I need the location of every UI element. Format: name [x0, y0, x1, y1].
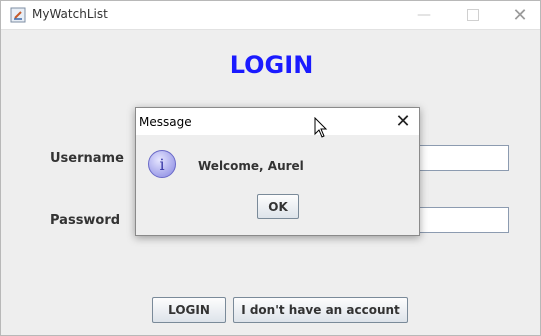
title-bar[interactable]: MyWatchList — ✕ — [1, 1, 540, 30]
svg-text:i: i — [159, 155, 164, 174]
minimize-button[interactable]: — — [401, 1, 447, 29]
close-icon: ✕ — [395, 110, 411, 132]
dialog-title-bar[interactable]: Message ✕ — [136, 108, 419, 135]
no-account-button[interactable]: I don't have an account — [233, 297, 408, 323]
dialog-title: Message — [139, 115, 192, 129]
window-title: MyWatchList — [32, 7, 108, 21]
username-label: Username — [50, 151, 124, 166]
ok-button[interactable]: OK — [257, 194, 299, 219]
info-icon: i — [148, 150, 176, 178]
login-button[interactable]: LOGIN — [152, 297, 226, 323]
message-dialog: Message ✕ i Welcome, Aurel OK — [135, 107, 420, 236]
mouse-cursor-icon — [314, 117, 328, 138]
java-app-icon — [10, 7, 26, 23]
maximize-icon — [467, 9, 479, 21]
dialog-message: Welcome, Aurel — [198, 159, 304, 173]
dialog-close-button[interactable]: ✕ — [392, 110, 414, 132]
close-window-button[interactable]: ✕ — [497, 1, 541, 29]
close-icon: ✕ — [512, 4, 528, 26]
login-heading: LOGIN — [229, 51, 314, 79]
maximize-button[interactable] — [450, 1, 496, 29]
minimize-icon: — — [417, 7, 431, 23]
password-label: Password — [50, 213, 121, 228]
